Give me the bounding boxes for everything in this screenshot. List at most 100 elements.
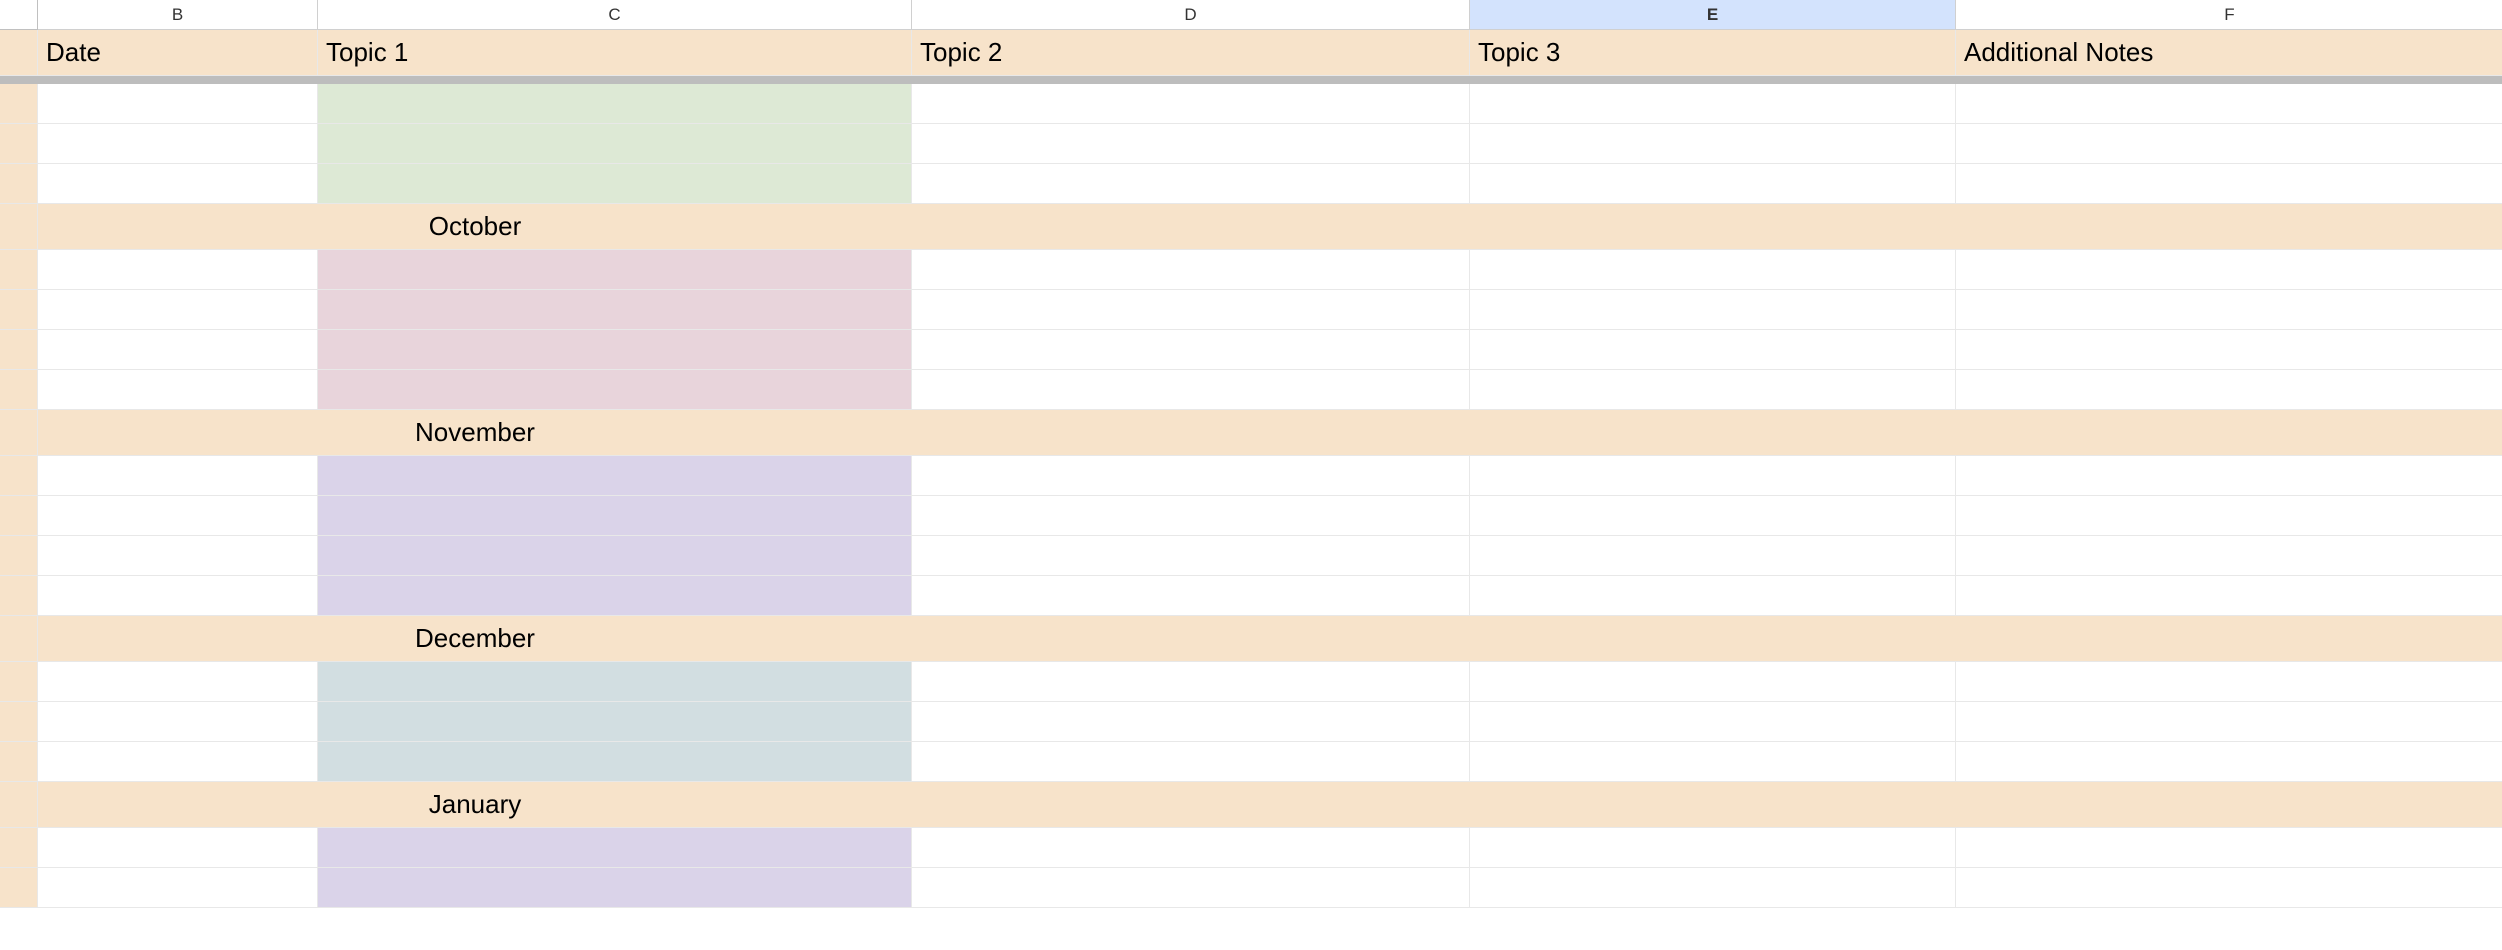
cell[interactable] — [0, 496, 38, 536]
cell-topic3[interactable] — [1470, 124, 1956, 164]
cell-topic1[interactable] — [318, 330, 912, 370]
cell-date[interactable] — [38, 290, 318, 330]
cell-topic3[interactable] — [1470, 84, 1956, 124]
cell-topic1[interactable] — [318, 536, 912, 576]
cell[interactable] — [0, 662, 38, 702]
cell[interactable] — [1470, 410, 1956, 456]
cell-topic2[interactable] — [912, 84, 1470, 124]
corner-cell[interactable] — [0, 0, 38, 30]
cell-topic2[interactable] — [912, 456, 1470, 496]
cell[interactable] — [912, 204, 1470, 250]
cell-date[interactable] — [38, 370, 318, 410]
cell-notes[interactable] — [1956, 456, 2502, 496]
cell-topic2[interactable] — [912, 290, 1470, 330]
cell-notes[interactable] — [1956, 576, 2502, 616]
cell-topic3[interactable] — [1470, 828, 1956, 868]
cell-notes[interactable] — [1956, 828, 2502, 868]
cell-topic3[interactable] — [1470, 742, 1956, 782]
cell-topic3[interactable] — [1470, 536, 1956, 576]
cell-date[interactable] — [38, 496, 318, 536]
header-topic1[interactable]: Topic 1 — [318, 30, 912, 76]
cell-notes[interactable] — [1956, 868, 2502, 908]
cell-topic1[interactable] — [318, 370, 912, 410]
cell-topic3[interactable] — [1470, 290, 1956, 330]
cell[interactable] — [0, 204, 38, 250]
column-header-C[interactable]: C — [318, 0, 912, 30]
cell-topic3[interactable] — [1470, 496, 1956, 536]
cell-topic1[interactable] — [318, 828, 912, 868]
cell-date[interactable] — [38, 124, 318, 164]
cell[interactable] — [1956, 782, 2502, 828]
cell-topic2[interactable] — [912, 742, 1470, 782]
cell-date[interactable] — [38, 250, 318, 290]
cell-notes[interactable] — [1956, 84, 2502, 124]
cell-date[interactable] — [38, 84, 318, 124]
column-header-E[interactable]: E — [1470, 0, 1956, 30]
cell-date[interactable] — [38, 576, 318, 616]
cell-topic3[interactable] — [1470, 164, 1956, 204]
cell[interactable] — [0, 290, 38, 330]
cell-topic2[interactable] — [912, 576, 1470, 616]
cell-topic2[interactable] — [912, 828, 1470, 868]
cell[interactable] — [0, 250, 38, 290]
cell[interactable] — [1956, 204, 2502, 250]
month-label-november[interactable]: November — [38, 410, 912, 456]
cell-date[interactable] — [38, 330, 318, 370]
column-header-F[interactable]: F — [1956, 0, 2502, 30]
cell-topic1[interactable] — [318, 164, 912, 204]
cell-topic1[interactable] — [318, 702, 912, 742]
header-topic3[interactable]: Topic 3 — [1470, 30, 1956, 76]
cell-topic1[interactable] — [318, 124, 912, 164]
month-label-january[interactable]: January — [38, 782, 912, 828]
cell[interactable] — [0, 164, 38, 204]
cell-date[interactable] — [38, 536, 318, 576]
cell-notes[interactable] — [1956, 702, 2502, 742]
column-header-D[interactable]: D — [912, 0, 1470, 30]
cell-topic3[interactable] — [1470, 576, 1956, 616]
cell[interactable] — [0, 536, 38, 576]
cell-topic3[interactable] — [1470, 702, 1956, 742]
cell-notes[interactable] — [1956, 742, 2502, 782]
cell-topic1[interactable] — [318, 576, 912, 616]
header-date[interactable]: Date — [38, 30, 318, 76]
cell-topic3[interactable] — [1470, 330, 1956, 370]
cell-date[interactable] — [38, 742, 318, 782]
cell-notes[interactable] — [1956, 662, 2502, 702]
month-label-december[interactable]: December — [38, 616, 912, 662]
spreadsheet-grid[interactable]: B C D E F Date Topic 1 Topic 2 Topic 3 A… — [0, 0, 2502, 908]
cell[interactable] — [0, 828, 38, 868]
cell[interactable] — [0, 868, 38, 908]
cell-topic1[interactable] — [318, 84, 912, 124]
cell-topic2[interactable] — [912, 164, 1470, 204]
cell-topic2[interactable] — [912, 868, 1470, 908]
cell[interactable] — [0, 742, 38, 782]
cell-topic3[interactable] — [1470, 456, 1956, 496]
cell-notes[interactable] — [1956, 370, 2502, 410]
cell[interactable] — [0, 124, 38, 164]
cell-topic2[interactable] — [912, 124, 1470, 164]
cell-topic2[interactable] — [912, 330, 1470, 370]
cell-date[interactable] — [38, 662, 318, 702]
column-header-B[interactable]: B — [38, 0, 318, 30]
cell[interactable] — [0, 370, 38, 410]
header-topic2[interactable]: Topic 2 — [912, 30, 1470, 76]
cell-notes[interactable] — [1956, 330, 2502, 370]
cell-date[interactable] — [38, 702, 318, 742]
header-notes[interactable]: Additional Notes — [1956, 30, 2502, 76]
month-label-october[interactable]: October — [38, 204, 912, 250]
cell[interactable] — [912, 410, 1470, 456]
cell-topic3[interactable] — [1470, 662, 1956, 702]
cell[interactable] — [1470, 616, 1956, 662]
cell-topic2[interactable] — [912, 536, 1470, 576]
cell[interactable] — [0, 576, 38, 616]
cell[interactable] — [0, 782, 38, 828]
cell-topic1[interactable] — [318, 290, 912, 330]
cell-topic2[interactable] — [912, 702, 1470, 742]
cell-notes[interactable] — [1956, 250, 2502, 290]
cell-date[interactable] — [38, 456, 318, 496]
cell-topic1[interactable] — [318, 250, 912, 290]
cell[interactable] — [912, 782, 1470, 828]
cell[interactable] — [1470, 782, 1956, 828]
cell-notes[interactable] — [1956, 164, 2502, 204]
cell[interactable] — [1470, 204, 1956, 250]
